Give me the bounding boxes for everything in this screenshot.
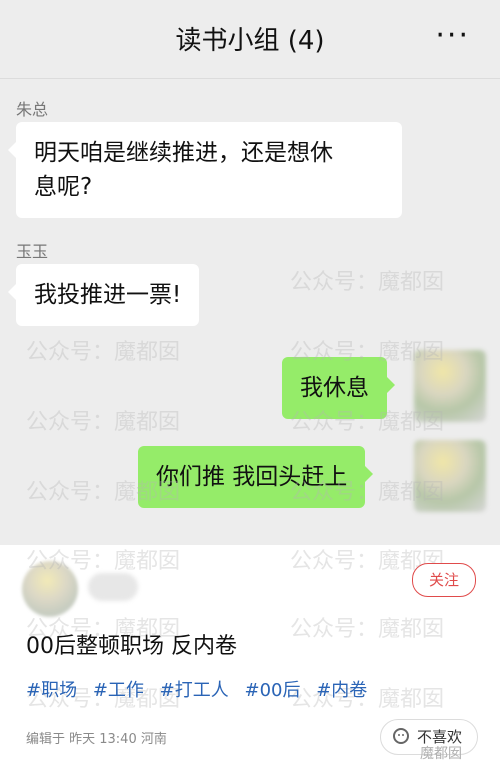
tag-link[interactable]: #打工人 xyxy=(160,680,229,701)
author-name-blurred xyxy=(88,573,138,601)
follow-button[interactable]: 关注 xyxy=(412,563,476,597)
watermark: 公众号：魔都囡 xyxy=(26,480,181,505)
chat-panel: 读书小组 (4) ··· 朱总 明天咱是继续推进，还是想休 息呢? 玉玉 我投推… xyxy=(0,0,500,545)
chat-title: 读书小组 (4) xyxy=(175,26,325,56)
message-bubble-left: 明天咱是继续推进，还是想休 息呢? xyxy=(8,122,402,218)
tag-link[interactable]: #内卷 xyxy=(316,680,367,701)
tag-link[interactable]: #工作 xyxy=(93,680,144,701)
watermark: 公众号：魔都囡 xyxy=(290,270,445,295)
message-text: 明天咱是继续推进，还是想休 息呢? xyxy=(34,140,333,200)
post-title: 00后整顿职场 反内卷 xyxy=(26,634,237,659)
watermark: 公众号：魔都囡 xyxy=(290,410,445,435)
watermark: 公众号：魔都囡 xyxy=(290,480,445,505)
post-meta: 编辑于 昨天 13:40 河南 xyxy=(26,732,167,747)
message-text: 我休息 xyxy=(300,375,369,401)
chat-header: 读书小组 (4) ··· xyxy=(0,0,500,79)
watermark: 公众号：魔都囡 xyxy=(290,340,445,365)
message-text: 我投推进一票! xyxy=(34,282,182,308)
more-icon[interactable]: ··· xyxy=(435,18,470,53)
sender-name: 玉玉 xyxy=(16,242,49,261)
sad-face-icon xyxy=(393,728,409,744)
watermark: 公众号：魔都囡 xyxy=(26,549,181,574)
watermark: 公众号：魔都囡 xyxy=(290,617,445,642)
brand-watermark: 魔都囡 xyxy=(420,746,462,762)
message-bubble-left: 我投推进一票! xyxy=(7,264,200,326)
watermark: 公众号：魔都囡 xyxy=(26,410,181,435)
tag-list: #职场 #工作 #打工人 #00后 #内卷 xyxy=(26,676,377,702)
watermark: 公众号：魔都囡 xyxy=(26,340,181,365)
tag-link[interactable]: #职场 xyxy=(26,680,77,701)
sender-name: 朱总 xyxy=(16,100,49,119)
tag-link[interactable]: #00后 xyxy=(244,680,300,701)
